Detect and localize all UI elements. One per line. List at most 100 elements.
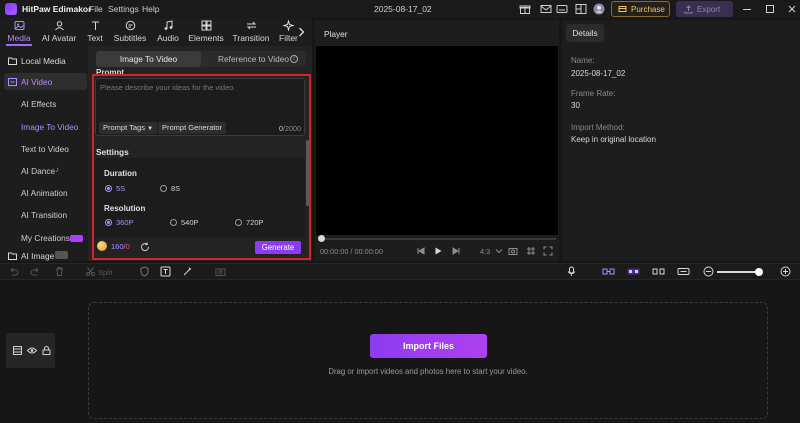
highlight-box xyxy=(92,74,311,260)
scissors-icon[interactable] xyxy=(85,266,96,277)
tab-text-label: Text xyxy=(87,33,103,43)
tab-media[interactable]: Media xyxy=(6,20,32,46)
tab-subtitles-label: Subtitles xyxy=(113,33,147,43)
menu-settings[interactable]: Settings xyxy=(108,4,139,14)
tab-elements[interactable]: Elements xyxy=(188,20,224,46)
sidebar-item-label: AI Image xyxy=(21,251,55,261)
purchase-button[interactable]: Purchase xyxy=(611,1,670,17)
detail-import-value: Keep in original location xyxy=(571,135,656,144)
chevron-down-icon[interactable] xyxy=(494,246,504,256)
aspect-ratio-select[interactable]: 4:3 xyxy=(480,247,490,256)
play-icon[interactable] xyxy=(433,246,443,256)
mode-switch: Image To Video Reference to Video i xyxy=(96,51,306,67)
shield-icon[interactable] xyxy=(139,266,150,277)
tab-reference-label: Reference to Video xyxy=(218,54,289,64)
next-frame-icon[interactable] xyxy=(451,246,461,256)
chevron-right-icon[interactable] xyxy=(298,27,305,37)
tab-filter[interactable]: Filter xyxy=(279,20,299,46)
new-badge-icon xyxy=(70,235,83,242)
export-button[interactable]: Export xyxy=(676,1,733,17)
sidebar-item-ai-image[interactable]: AI Image xyxy=(4,251,87,261)
transition-icon xyxy=(246,21,256,30)
export-icon xyxy=(684,4,693,13)
tab-subtitles[interactable]: Subtitles xyxy=(113,20,147,46)
layout-icon[interactable] xyxy=(575,3,587,15)
tab-audio[interactable]: Audio xyxy=(156,20,180,46)
sidebar-item-ai-transition[interactable]: AI Transition xyxy=(21,210,67,220)
playback-scrubber[interactable] xyxy=(320,238,556,240)
app-title: HitPaw Edimakor xyxy=(22,4,92,14)
eye-icon[interactable] xyxy=(27,346,37,355)
project-name: 2025-08-17_02 xyxy=(374,4,432,14)
prev-frame-icon[interactable] xyxy=(416,246,426,256)
zoom-in-icon[interactable] xyxy=(780,266,791,277)
tab-details[interactable]: Details xyxy=(566,24,604,42)
tab-transition[interactable]: Transition xyxy=(232,20,270,46)
sidebar-item-label: Local Media xyxy=(21,55,66,66)
menu-help[interactable]: Help xyxy=(142,4,159,14)
sidebar-item-local-media[interactable]: Local Media xyxy=(4,52,87,69)
detail-import-label: Import Method: xyxy=(571,123,625,132)
camera-icon[interactable] xyxy=(215,266,226,277)
tab-media-label: Media xyxy=(7,33,31,43)
magic-wand-icon[interactable] xyxy=(182,266,193,277)
tab-text[interactable]: Text xyxy=(86,20,104,46)
sidebar-item-ai-animation[interactable]: AI Animation xyxy=(21,188,68,198)
undo-icon[interactable] xyxy=(8,266,19,277)
avatar[interactable] xyxy=(593,3,605,15)
import-files-button[interactable]: Import Files xyxy=(370,334,487,358)
minimize-icon[interactable] xyxy=(741,3,753,15)
safe-zone-icon[interactable] xyxy=(526,246,536,256)
sidebar-item-my-creations[interactable]: My Creations xyxy=(21,233,70,243)
maximize-icon[interactable] xyxy=(764,3,776,15)
detail-name-label: Name: xyxy=(571,56,595,65)
split-label: Split xyxy=(98,268,113,277)
tab-transition-label: Transition xyxy=(232,33,270,43)
zoom-out-icon[interactable] xyxy=(703,266,714,277)
text-box-icon[interactable] xyxy=(160,266,171,277)
player-viewport xyxy=(316,46,558,235)
scrubber-handle[interactable] xyxy=(318,235,325,242)
tab-ai-avatar[interactable]: AI Avatar xyxy=(40,20,78,46)
track-header xyxy=(6,333,55,368)
elements-icon xyxy=(201,20,211,31)
tab-audio-label: Audio xyxy=(157,33,179,43)
link-clips-icon[interactable] xyxy=(602,266,615,277)
info-icon[interactable]: i xyxy=(290,55,298,63)
redo-icon[interactable] xyxy=(30,266,41,277)
cart-icon xyxy=(618,6,627,12)
category-tabs: Media AI Avatar Text Subtitles Audio Ele… xyxy=(0,18,312,46)
media-icon xyxy=(14,21,24,30)
sidebar-item-ai-dance[interactable]: AI Dance xyxy=(21,166,55,176)
fullscreen-icon[interactable] xyxy=(543,246,553,256)
sidebar-item-ai-effects[interactable]: AI Effects xyxy=(21,99,56,109)
mail-icon[interactable] xyxy=(540,3,552,15)
zoom-slider[interactable] xyxy=(717,271,759,273)
tab-image-to-video[interactable]: Image To Video xyxy=(96,51,201,67)
avatar-icon xyxy=(54,21,64,31)
menu-file[interactable]: File xyxy=(89,4,103,14)
close-icon[interactable] xyxy=(786,3,798,15)
sidebar-item-ai-video[interactable]: AI Video xyxy=(4,73,87,90)
snapshot-icon[interactable] xyxy=(508,246,518,256)
sidebar-item-image-to-video[interactable]: Image To Video xyxy=(21,122,78,132)
microphone-icon[interactable] xyxy=(566,266,577,277)
zoom-slider-handle[interactable] xyxy=(755,268,763,276)
split-track-icon[interactable] xyxy=(652,266,665,277)
filter-icon xyxy=(283,20,294,31)
magnet-snap-icon[interactable] xyxy=(627,266,640,277)
subtitles-icon xyxy=(125,20,135,31)
lock-icon[interactable] xyxy=(42,346,51,355)
gift-icon[interactable] xyxy=(519,3,531,15)
media-drop-zone[interactable] xyxy=(88,302,768,419)
detail-framerate-label: Frame Rate: xyxy=(571,89,616,98)
film-icon[interactable] xyxy=(13,346,22,355)
tab-elements-label: Elements xyxy=(188,33,224,43)
delete-icon[interactable] xyxy=(54,266,65,277)
caption-icon[interactable] xyxy=(556,3,568,15)
detail-name-value: 2025-08-17_02 xyxy=(571,69,626,78)
collapse-folder-icon xyxy=(8,77,17,86)
sidebar-item-text-to-video[interactable]: Text to Video xyxy=(21,144,69,154)
free-badge-icon xyxy=(55,251,68,259)
fit-timeline-icon[interactable] xyxy=(677,266,690,277)
